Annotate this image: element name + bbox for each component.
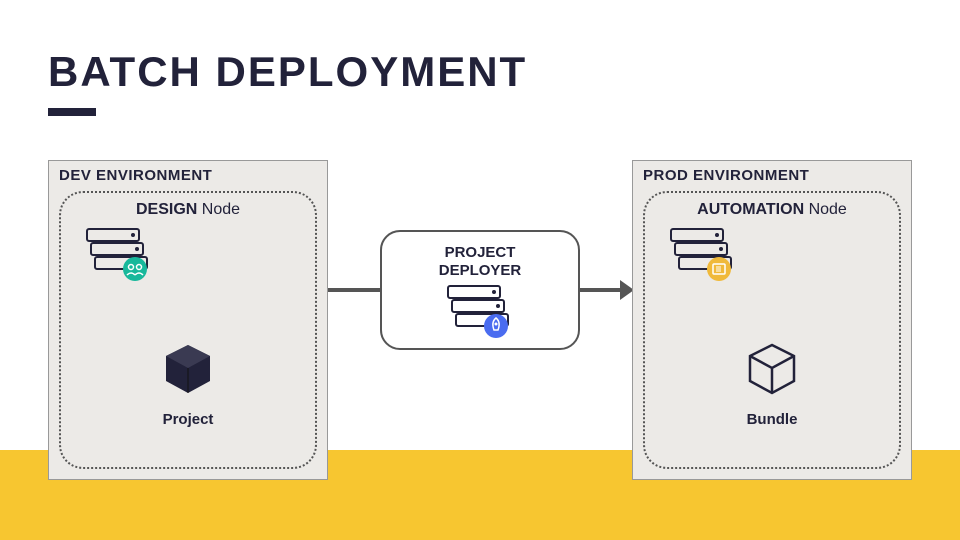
bundle-label: Bundle xyxy=(633,411,911,428)
prod-environment-box: PROD ENVIRONMENT AUTOMATION Node Bundle xyxy=(632,160,912,480)
dev-environment-box: DEV ENVIRONMENT DESIGN Node Project xyxy=(48,160,328,480)
deployer-line1: PROJECT xyxy=(445,244,516,261)
dev-node-label: DESIGN Node xyxy=(49,201,327,219)
deployer-label: PROJECT DEPLOYER xyxy=(382,244,578,280)
prod-env-label: PROD ENVIRONMENT xyxy=(643,167,809,184)
prod-node-suffix: Node xyxy=(804,201,847,218)
prod-node-prefix: AUTOMATION xyxy=(697,201,804,218)
server-stack-icon xyxy=(85,227,153,281)
dev-node-suffix: Node xyxy=(197,201,240,218)
dev-env-label: DEV ENVIRONMENT xyxy=(59,167,212,184)
slide-title: BATCH DEPLOYMENT xyxy=(48,48,527,96)
project-cube-icon xyxy=(49,341,327,402)
server-stack-icon xyxy=(446,284,514,338)
bundle-cube-icon xyxy=(633,341,911,402)
deployer-line2: DEPLOYER xyxy=(439,262,522,279)
server-stack-icon xyxy=(669,227,737,281)
project-label: Project xyxy=(49,411,327,428)
arrow-dev-to-deployer xyxy=(328,288,380,292)
title-underline xyxy=(48,108,96,116)
arrow-deployer-to-prod xyxy=(580,288,624,292)
dev-node-prefix: DESIGN xyxy=(136,201,197,218)
project-deployer-box: PROJECT DEPLOYER xyxy=(380,230,580,350)
prod-node-label: AUTOMATION Node xyxy=(633,201,911,219)
